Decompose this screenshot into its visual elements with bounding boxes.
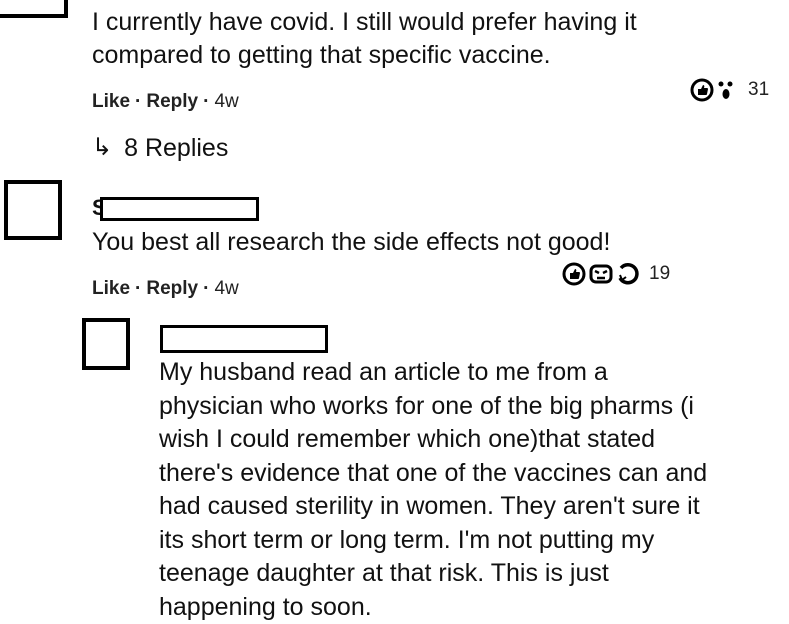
replies-count-label: 8 Replies	[124, 133, 228, 163]
comment-text-line: had caused sterility in women. They aren…	[159, 490, 700, 524]
like-button[interactable]: Like	[92, 278, 130, 299]
comment-actions: Like·Reply·4w	[92, 277, 239, 301]
like-icon	[690, 78, 714, 102]
comment-text-line: I currently have covid. I still would pr…	[92, 6, 637, 40]
view-replies-link[interactable]: ↳ 8 Replies	[92, 133, 228, 163]
reaction-count: 31	[748, 79, 769, 101]
like-button[interactable]: Like	[92, 91, 130, 112]
comment-text-line: there's evidence that one of the vaccine…	[159, 457, 707, 491]
avatar-redacted[interactable]	[4, 180, 62, 240]
comment-text-line: You best all research the side effects n…	[92, 226, 610, 260]
comment-text-line: My husband read an article to me from a	[159, 356, 608, 390]
avatar-redacted[interactable]	[82, 318, 130, 370]
separator: ·	[203, 91, 209, 112]
reaction-summary[interactable]: 19	[562, 262, 670, 286]
separator: ·	[135, 278, 141, 299]
commenter-name-redacted[interactable]	[100, 197, 259, 221]
comment-text-line: physician who works for one of the big p…	[159, 390, 694, 424]
separator: ·	[135, 91, 141, 112]
commenter-name-redacted[interactable]	[160, 325, 328, 353]
comment-text-line: teenage daughter at that risk. This is j…	[159, 557, 609, 591]
angry-icon	[589, 262, 613, 286]
comment-text-line: its short term or long term. I'm not put…	[159, 524, 654, 558]
timestamp[interactable]: 4w	[214, 91, 238, 112]
comment-actions: Like·Reply·4w	[92, 90, 239, 114]
timestamp[interactable]: 4w	[214, 278, 238, 299]
separator: ·	[203, 278, 209, 299]
like-icon	[562, 262, 586, 286]
reply-arrow-icon: ↳	[92, 133, 112, 163]
reaction-summary[interactable]: 31	[690, 78, 769, 102]
wow-icon	[717, 79, 735, 101]
reply-button[interactable]: Reply	[146, 278, 198, 299]
avatar-redacted[interactable]	[0, 0, 68, 18]
reply-button[interactable]: Reply	[146, 91, 198, 112]
comment-text-line: compared to getting that specific vaccin…	[92, 39, 551, 73]
care-icon	[616, 262, 640, 286]
reaction-count: 19	[649, 263, 670, 285]
comment-text-line: happening to soon.	[159, 591, 372, 624]
comment-text-line: wish I could remember which one)that sta…	[159, 423, 655, 457]
